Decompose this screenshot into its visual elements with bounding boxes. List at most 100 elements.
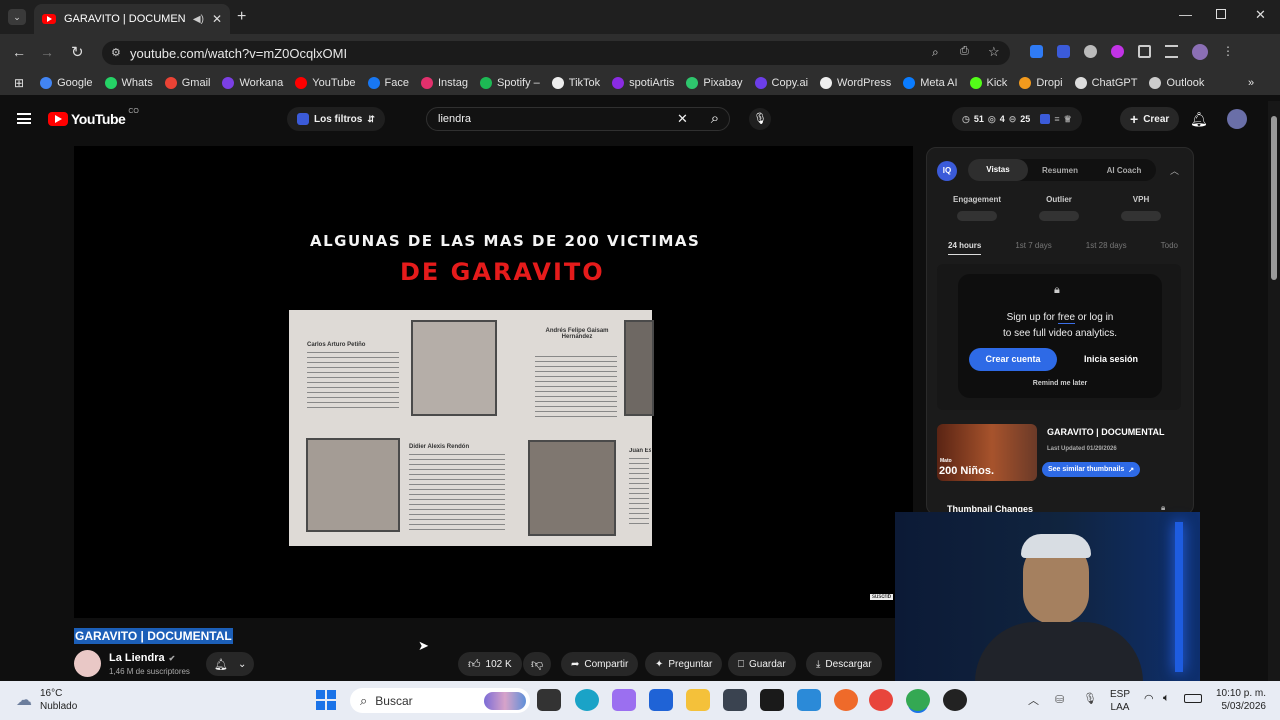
clear-search-icon[interactable]: ✕ <box>677 111 688 127</box>
save-button[interactable]: ⎕ Guardar <box>728 652 796 676</box>
extension-download-icon[interactable] <box>1111 45 1124 58</box>
clock[interactable]: 10:10 p. m. 5/03/2026 <box>1210 687 1266 713</box>
tray-overflow-icon[interactable]: ︿ <box>1028 692 1039 708</box>
extensions-icon[interactable] <box>1138 45 1151 58</box>
forward-icon[interactable]: → <box>40 44 54 60</box>
ask-button[interactable]: ✦ Preguntar <box>645 652 723 676</box>
bookmark-face[interactable]: Face <box>362 77 415 89</box>
extension-iq-icon[interactable] <box>1057 45 1070 58</box>
profile-avatar[interactable] <box>1192 44 1208 60</box>
hamburger-menu-icon[interactable] <box>17 113 31 124</box>
file-explorer-icon[interactable] <box>686 689 710 711</box>
firefox-icon[interactable] <box>834 689 858 711</box>
reload-icon[interactable]: ↻ <box>71 43 84 61</box>
range-24-hours[interactable]: 24 hours <box>948 241 982 255</box>
tab-audio-icon[interactable]: ◀) <box>193 14 204 25</box>
wifi-icon[interactable]: ◠ <box>1144 692 1154 705</box>
like-button[interactable]: 👍︎ 102 K <box>458 652 522 676</box>
dislike-button[interactable]: 👎︎ <box>523 652 552 676</box>
new-tab-icon[interactable]: + <box>237 8 246 26</box>
bookmark-chatgpt[interactable]: ChatGPT <box>1069 77 1144 89</box>
bookmark-whats[interactable]: Whats <box>99 77 159 89</box>
similar-thumbnails-button[interactable]: See similar thumbnails ↗ <box>1042 462 1141 477</box>
task-view-icon[interactable] <box>537 689 561 711</box>
download-button[interactable]: ⤓ Descargar <box>806 652 882 676</box>
chrome-active-icon[interactable] <box>906 689 930 711</box>
youtube-logo[interactable]: YouTube CO <box>48 108 139 127</box>
account-avatar[interactable] <box>1227 109 1247 129</box>
tab-vistas[interactable]: Vistas <box>968 159 1028 181</box>
voice-search-icon[interactable]: 🎙︎ <box>749 108 771 130</box>
bookmark-instag[interactable]: Instag <box>415 77 474 89</box>
app-dark-icon[interactable] <box>723 689 747 711</box>
window-minimize-icon[interactable]: — <box>1179 7 1192 22</box>
bookmark-outlook[interactable]: Outlook <box>1143 77 1210 89</box>
search-input[interactable]: liendra ✕ <box>426 107 730 131</box>
apps-grid-icon[interactable]: ⊞ <box>8 76 34 90</box>
zoom-icon[interactable]: ⌕ <box>932 45 939 60</box>
tab-ai-coach[interactable]: AI Coach <box>1092 166 1156 175</box>
reading-list-icon[interactable] <box>1165 45 1178 58</box>
range-7-days[interactable]: 1st 7 days <box>1015 241 1051 255</box>
taskbar-search[interactable]: ⌕ Buscar <box>350 688 530 713</box>
vidiq-stats-bar[interactable]: ◷ 51 ◎ 4 ⊝ 25 ≡ ♕ <box>952 107 1082 131</box>
subscribed-bell-button[interactable]: 🔔︎ ⌄ <box>206 652 255 676</box>
window-close-icon[interactable]: ✕ <box>1255 7 1266 23</box>
copilot-icon[interactable] <box>612 689 636 711</box>
remind-later-link[interactable]: Remind me later <box>958 380 1162 387</box>
notifications-bell-icon[interactable]: 🔔︎ <box>1190 111 1208 128</box>
browser-tab-active[interactable]: GARAVITO | DOCUMENTAL ◀) ✕ <box>34 4 230 34</box>
tab-search-button[interactable]: ⌄ <box>8 9 26 25</box>
video-thumbnail[interactable]: Mato 200 Niños. <box>937 424 1037 481</box>
chrome-icon[interactable] <box>869 689 893 711</box>
bookmark-spotiartis[interactable]: spotiArtis <box>606 77 680 89</box>
tray-app-icon[interactable]: ⛁ <box>1055 693 1064 706</box>
bookmark-youtube[interactable]: YouTube <box>289 77 361 89</box>
create-account-button[interactable]: Crear cuenta <box>969 348 1057 371</box>
extension-puzzle-gray-icon[interactable] <box>1084 45 1097 58</box>
page-scrollbar-thumb[interactable] <box>1271 116 1277 280</box>
extension-tag-icon[interactable] <box>1030 45 1043 58</box>
obs-recording-icon[interactable] <box>943 689 967 711</box>
range-all[interactable]: Todo <box>1161 241 1178 255</box>
search-button[interactable]: ⌕ <box>704 108 726 130</box>
filters-button[interactable]: Los filtros ⇵ <box>287 107 385 131</box>
keyboard-language[interactable]: ESP LAA <box>1110 688 1130 714</box>
bookmark-wordpress[interactable]: WordPress <box>814 77 897 89</box>
start-button-icon[interactable] <box>316 690 336 710</box>
store-icon[interactable] <box>649 689 673 711</box>
volume-icon[interactable]: 🔈︎ <box>1163 692 1170 705</box>
bookmark-copyai[interactable]: Copy.ai <box>749 77 814 89</box>
more-bookmarks-icon[interactable]: » <box>1242 77 1260 89</box>
bookmark-google[interactable]: Google <box>34 77 98 89</box>
share-button[interactable]: ➦ Compartir <box>561 652 639 676</box>
capcut-icon[interactable] <box>760 689 784 711</box>
install-icon[interactable]: ⎙ <box>960 45 969 58</box>
channel-avatar[interactable] <box>74 650 101 677</box>
create-button[interactable]: + Crear <box>1120 107 1180 131</box>
site-info-icon[interactable]: ⚙ <box>111 46 121 59</box>
bookmark-kick[interactable]: Kick <box>964 77 1014 89</box>
login-button[interactable]: Inicia sesión <box>1068 348 1154 371</box>
snipping-tool-icon[interactable] <box>797 689 821 711</box>
address-bar[interactable]: ⚙ youtube.com/watch?v=mZ0OcqlxOMI ⌕ ⎙ ☆ <box>102 41 1010 65</box>
edge-icon[interactable] <box>575 689 599 711</box>
battery-icon[interactable] <box>1184 694 1202 703</box>
channel-name[interactable]: La Liendra ✔ <box>109 652 175 664</box>
free-link[interactable]: free <box>1057 312 1076 324</box>
tab-resumen[interactable]: Resumen <box>1028 166 1092 175</box>
weather-widget[interactable]: ☁ 16°C Nublado <box>16 687 77 713</box>
bookmark-star-icon[interactable]: ☆ <box>988 44 1000 60</box>
bookmark-pixabay[interactable]: Pixabay <box>680 77 748 89</box>
tab-close-icon[interactable]: ✕ <box>212 12 222 26</box>
range-28-days[interactable]: 1st 28 days <box>1086 241 1127 255</box>
bookmark-metaai[interactable]: Meta AI <box>897 77 963 89</box>
bookmark-tiktok[interactable]: TikTok <box>546 77 606 89</box>
collapse-panel-icon[interactable]: ︿ <box>1170 164 1179 177</box>
back-icon[interactable]: ← <box>12 44 26 60</box>
tray-mic-icon[interactable]: 🎙︎ <box>1083 692 1097 705</box>
browser-menu-icon[interactable]: ⋮ <box>1222 45 1234 60</box>
bookmark-spotify[interactable]: Spotify – <box>474 77 546 89</box>
bookmark-gmail[interactable]: Gmail <box>159 77 217 89</box>
bookmark-dropi[interactable]: Dropi <box>1013 77 1068 89</box>
